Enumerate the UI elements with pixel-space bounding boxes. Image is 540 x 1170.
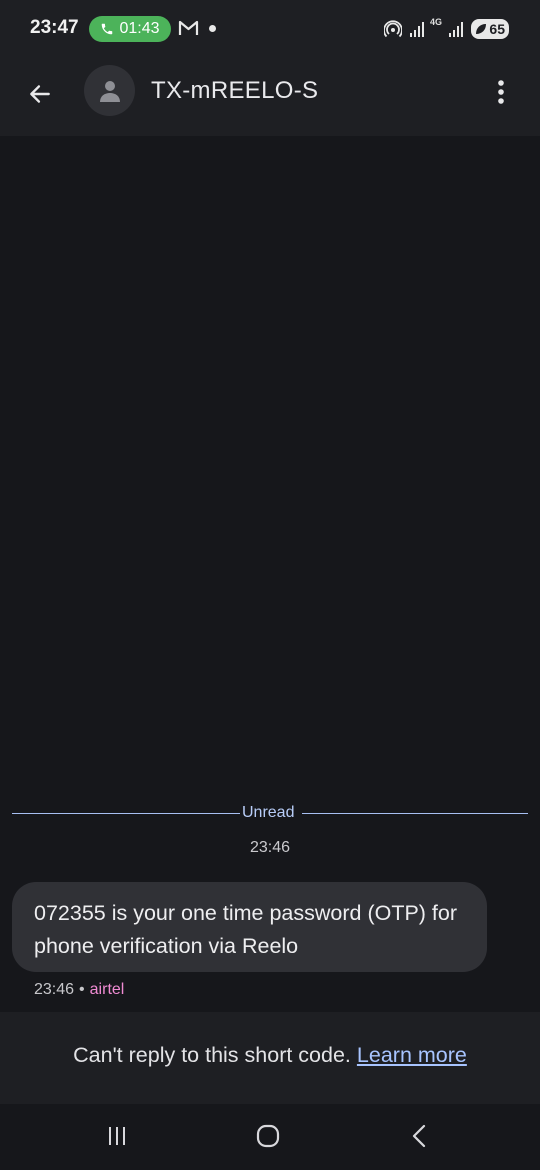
gmail-icon: [178, 20, 199, 35]
recents-icon: [109, 1127, 125, 1145]
back-button[interactable]: [18, 72, 62, 116]
ongoing-call-chip[interactable]: 01:43: [89, 16, 171, 42]
back-arrow-icon: [30, 85, 50, 103]
message-list[interactable]: Unread 23:46 072355 is your one time pas…: [0, 136, 540, 1012]
home-icon: [256, 1124, 280, 1148]
message-meta: 23:46 • airtel: [34, 981, 124, 999]
notice-text: Can't reply to this short code.: [73, 1043, 351, 1067]
message-time: 23:46: [34, 981, 75, 998]
call-duration: 01:43: [119, 20, 160, 37]
learn-more-link[interactable]: Learn more: [357, 1043, 467, 1067]
contact-title[interactable]: TX-mREELO-S: [151, 77, 318, 105]
divider-timestamp: 23:46: [249, 839, 291, 856]
message-bubble[interactable]: 072355 is your one time password (OTP) f…: [12, 882, 487, 972]
hotspot-icon: [384, 20, 402, 38]
avatar[interactable]: [84, 65, 135, 116]
network-type-label: 4G: [430, 17, 443, 27]
notice-text-wrap: Can't reply to this short code. Learn mor…: [73, 1043, 467, 1068]
back-icon: [412, 1124, 426, 1148]
unread-divider: Unread: [12, 802, 528, 824]
battery-icon: 65: [471, 19, 509, 39]
home-button[interactable]: [248, 1120, 288, 1152]
status-time: 23:47: [30, 17, 79, 38]
battery-saver-icon: [476, 24, 486, 34]
meta-separator: •: [79, 981, 85, 998]
recents-button[interactable]: [97, 1120, 137, 1152]
battery-level: 65: [489, 21, 505, 37]
signal-icon: [449, 22, 463, 37]
carrier-label: airtel: [89, 981, 125, 998]
signal-icon: [410, 22, 424, 37]
dot-icon: [209, 25, 216, 32]
divider-line: [12, 813, 240, 814]
system-navigation-bar: [0, 1104, 540, 1170]
more-vert-icon: [498, 80, 504, 104]
status-bar: 23:47 01:43 4G 65: [0, 0, 540, 56]
more-options-button[interactable]: [483, 70, 519, 114]
phone-icon: [102, 23, 113, 35]
nav-back-button[interactable]: [400, 1120, 440, 1152]
person-icon: [99, 80, 120, 102]
divider-line: [302, 813, 528, 814]
short-code-notice: Can't reply to this short code. Learn mor…: [0, 1012, 540, 1104]
unread-label: Unread: [242, 804, 295, 821]
conversation-header: TX-mREELO-S: [0, 56, 540, 136]
